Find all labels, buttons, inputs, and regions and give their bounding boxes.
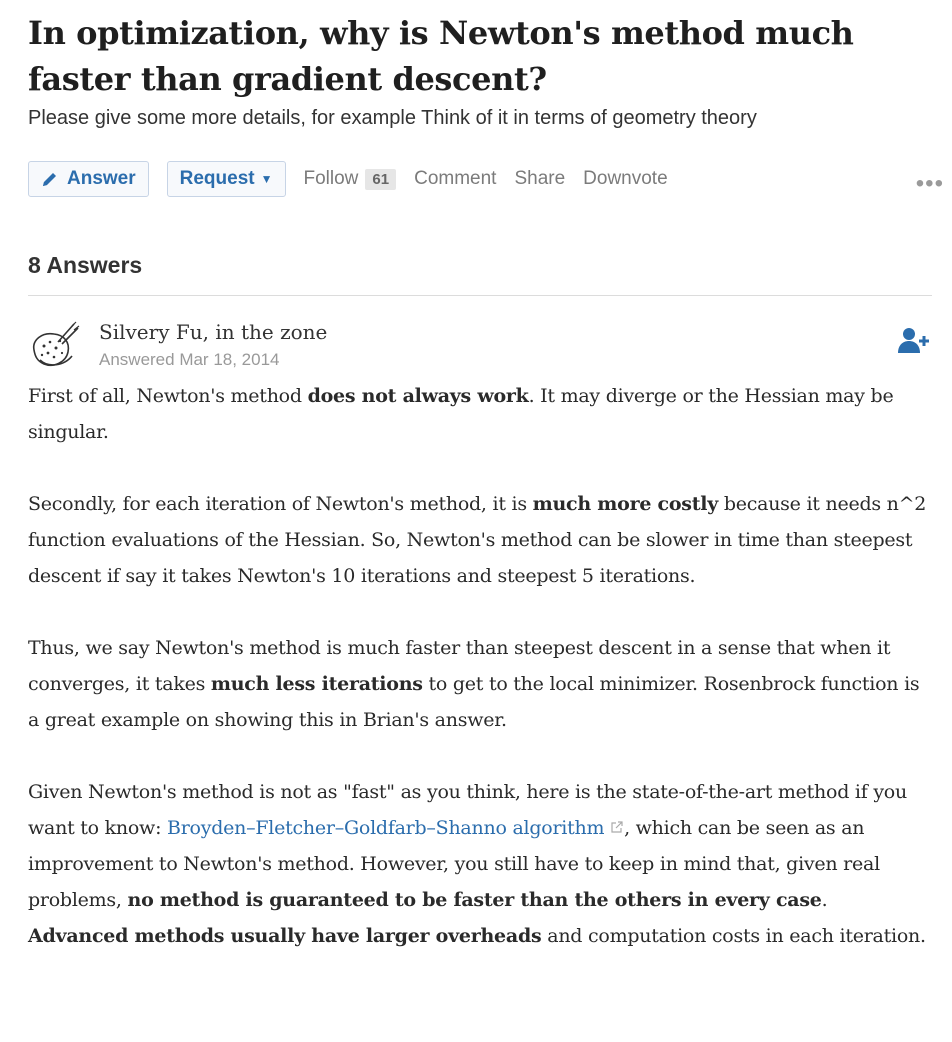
- answer-body: First of all, Newton's method does not a…: [28, 378, 928, 954]
- page: In optimization, why is Newton's method …: [28, 0, 932, 990]
- answer-text: .: [821, 889, 828, 911]
- bfgs-link[interactable]: Broyden–Fletcher–Goldfarb–Shanno algorit…: [167, 817, 605, 839]
- answer-button[interactable]: Answer: [28, 161, 149, 197]
- answer-bold-text: Advanced methods usually have larger ove…: [28, 925, 542, 947]
- answer-text: and computation costs in each iteration.: [541, 925, 926, 947]
- avatar[interactable]: [28, 320, 82, 374]
- share-button[interactable]: Share: [514, 168, 565, 190]
- comment-button[interactable]: Comment: [414, 168, 496, 190]
- external-link-icon: [610, 810, 624, 846]
- answer-paragraph: Secondly, for each iteration of Newton's…: [28, 486, 928, 594]
- divider: [28, 295, 932, 296]
- answers-count-heading: 8 Answers: [28, 252, 143, 278]
- follow-user-icon[interactable]: [896, 326, 930, 354]
- request-button[interactable]: Request ▼: [166, 161, 286, 197]
- answer-paragraph: Thus, we say Newton's method is much fas…: [28, 630, 928, 738]
- answer-text: Secondly, for each iteration of Newton's…: [28, 493, 533, 515]
- follow-label: Follow: [303, 168, 359, 189]
- answer-bold-text: does not always work: [307, 385, 529, 407]
- answer-bold-text: much less iterations: [210, 673, 423, 695]
- question-actions: Answer Request ▼ Follow 61 Comment Share…: [28, 160, 932, 198]
- more-options-icon[interactable]: •••: [916, 170, 944, 198]
- answer-bold-text: no method is guaranteed to be faster tha…: [127, 889, 822, 911]
- answer-bold-text: much more costly: [532, 493, 719, 515]
- request-button-label: Request: [179, 168, 255, 189]
- answer-button-label: Answer: [67, 168, 136, 189]
- answer-author-row: Silvery Fu, in the zone Answered Mar 18,…: [28, 320, 932, 378]
- author-name[interactable]: Silvery Fu, in the zone: [99, 320, 327, 344]
- downvote-button[interactable]: Downvote: [583, 168, 668, 190]
- chevron-down-icon: ▼: [260, 172, 273, 186]
- question-details: Please give some more details, for examp…: [28, 107, 757, 129]
- answer-paragraph: Given Newton's method is not as "fast" a…: [28, 774, 928, 954]
- question-title: In optimization, why is Newton's method …: [28, 14, 854, 98]
- answered-date: Answered Mar 18, 2014: [99, 350, 280, 369]
- follow-count-badge: 61: [365, 168, 397, 190]
- pencil-icon: [41, 170, 59, 188]
- follow-button[interactable]: Follow 61: [304, 168, 397, 190]
- answer-text: First of all, Newton's method: [28, 385, 308, 407]
- answer-paragraph: First of all, Newton's method does not a…: [28, 378, 928, 450]
